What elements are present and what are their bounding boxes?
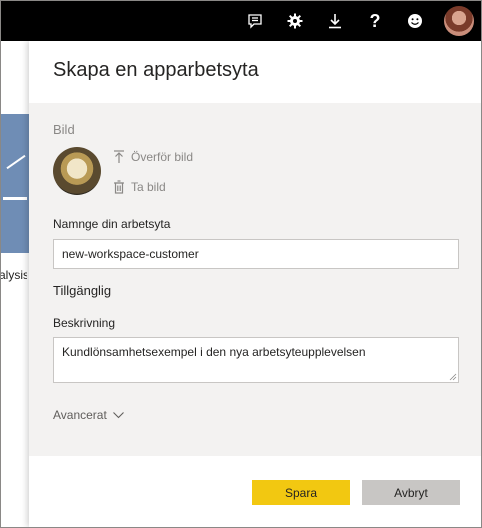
resize-grip-icon[interactable] [449, 373, 457, 381]
description-field[interactable]: Kundlönsamhetsexempel i den nya arbetsyt… [53, 337, 459, 383]
workspace-name-input[interactable] [53, 239, 459, 269]
avatar[interactable] [444, 6, 474, 36]
help-icon[interactable]: ? [355, 1, 395, 41]
app-window: ? alysis Skapa en apparbetsyta Bild [0, 0, 482, 528]
smiley-icon[interactable] [395, 1, 435, 41]
availability-label: Tillgänglig [53, 283, 112, 298]
workspace-image [53, 147, 101, 195]
name-label: Namnge din arbetsyta [53, 217, 171, 231]
panel-title: Skapa en apparbetsyta [53, 59, 259, 81]
panel-form: Bild Överför bild Ta bild Namnge din arb… [29, 103, 481, 456]
description-label: Beskrivning [53, 316, 116, 330]
help-glyph: ? [369, 10, 381, 31]
tile-graphic [3, 197, 27, 200]
tile-caption: alysis [0, 268, 27, 282]
advanced-label: Avancerat [53, 408, 107, 422]
download-icon[interactable] [315, 1, 355, 41]
create-workspace-panel: Skapa en apparbetsyta Bild Överför bild … [29, 41, 481, 527]
trash-icon [114, 180, 124, 194]
chevron-down-icon [112, 411, 124, 418]
image-label: Bild [53, 122, 75, 137]
feedback-icon[interactable] [235, 1, 275, 41]
delete-label: Ta bild [131, 180, 166, 194]
settings-icon[interactable] [275, 1, 315, 41]
delete-image-button[interactable]: Ta bild [113, 180, 166, 194]
upload-label: Överför bild [131, 150, 194, 164]
save-button[interactable]: Spara [252, 480, 350, 505]
upload-image-button[interactable]: Överför bild [113, 150, 193, 164]
advanced-toggle[interactable]: Avancerat [53, 408, 124, 422]
upload-icon [114, 150, 124, 163]
report-tile[interactable] [1, 114, 29, 253]
top-bar: ? [1, 1, 481, 41]
cancel-button[interactable]: Avbryt [362, 480, 460, 505]
